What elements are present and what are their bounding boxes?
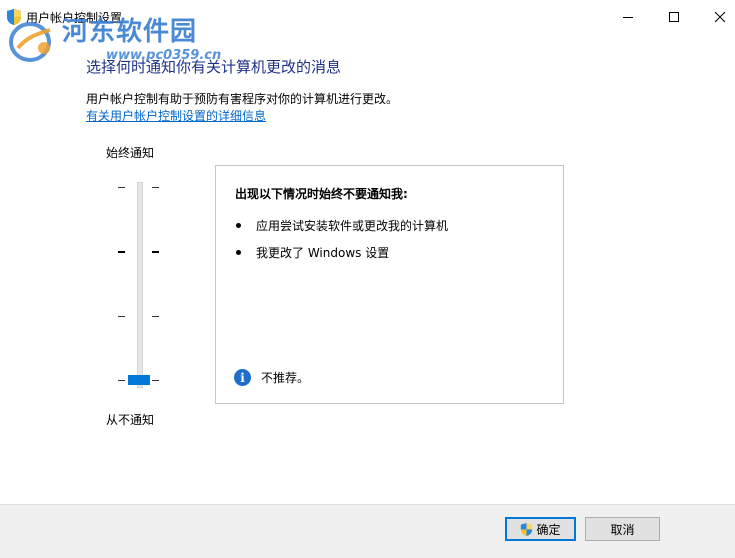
ok-button-label: 确定 xyxy=(536,522,561,537)
slider-tick xyxy=(152,187,159,188)
maximize-icon xyxy=(669,12,679,22)
info-icon: i xyxy=(234,369,251,386)
watermark-logo xyxy=(9,22,51,62)
ok-button[interactable]: 确定 xyxy=(505,517,576,541)
bullet-icon xyxy=(236,249,241,255)
slider-thumb[interactable] xyxy=(128,375,150,385)
description-text: 用户帐户控制有助于预防有害程序对你的计算机进行更改。 xyxy=(86,92,399,106)
list-item: 我更改了 Windows 设置 xyxy=(236,244,389,260)
slider-bottom-label: 从不通知 xyxy=(106,413,155,427)
uac-shield-icon xyxy=(521,522,533,536)
slider-track[interactable] xyxy=(137,182,143,388)
maximize-button[interactable] xyxy=(651,0,697,34)
slider-tick xyxy=(118,187,125,188)
slider-tick xyxy=(152,380,159,381)
slider-tick xyxy=(118,251,125,253)
minimize-button[interactable] xyxy=(605,0,651,34)
slider-tick xyxy=(118,316,125,317)
watermark-site-name: 河东软件园 xyxy=(62,17,198,47)
title-bar: 用户帐户控制设置 河东软件园 www.pc0359.cn xyxy=(0,0,735,63)
notification-level-slider[interactable] xyxy=(112,172,168,392)
bullet-text: 我更改了 Windows 设置 xyxy=(256,245,390,260)
button-bar: 确定 取消 xyxy=(0,504,735,558)
list-item: 应用尝试安装软件或更改我的计算机 xyxy=(236,217,448,233)
slider-tick xyxy=(152,316,159,317)
setting-description-panel: 出现以下情况时始终不要通知我: 应用尝试安装软件或更改我的计算机 我更改了 Wi… xyxy=(215,165,564,404)
bullet-icon xyxy=(236,222,241,228)
close-button[interactable] xyxy=(697,0,735,34)
slider-top-label: 始终通知 xyxy=(106,146,155,160)
cancel-button[interactable]: 取消 xyxy=(585,517,660,541)
cancel-button-label: 取消 xyxy=(610,522,635,537)
close-icon xyxy=(714,11,726,23)
details-link[interactable]: 有关用户帐户控制设置的详细信息 xyxy=(86,107,266,124)
uac-settings-window: 用户帐户控制设置 河东软件园 www.pc0359.cn 选择何时通知你有关计算… xyxy=(0,0,735,558)
minimize-icon xyxy=(623,17,633,18)
bullet-text: 应用尝试安装软件或更改我的计算机 xyxy=(256,218,449,233)
slider-tick xyxy=(152,251,159,253)
recommendation-note: i 不推荐。 xyxy=(234,369,309,386)
slider-tick xyxy=(118,380,125,381)
page-heading: 选择何时通知你有关计算机更改的消息 xyxy=(86,58,342,76)
panel-title: 出现以下情况时始终不要通知我: xyxy=(235,187,408,201)
note-text: 不推荐。 xyxy=(261,371,310,385)
